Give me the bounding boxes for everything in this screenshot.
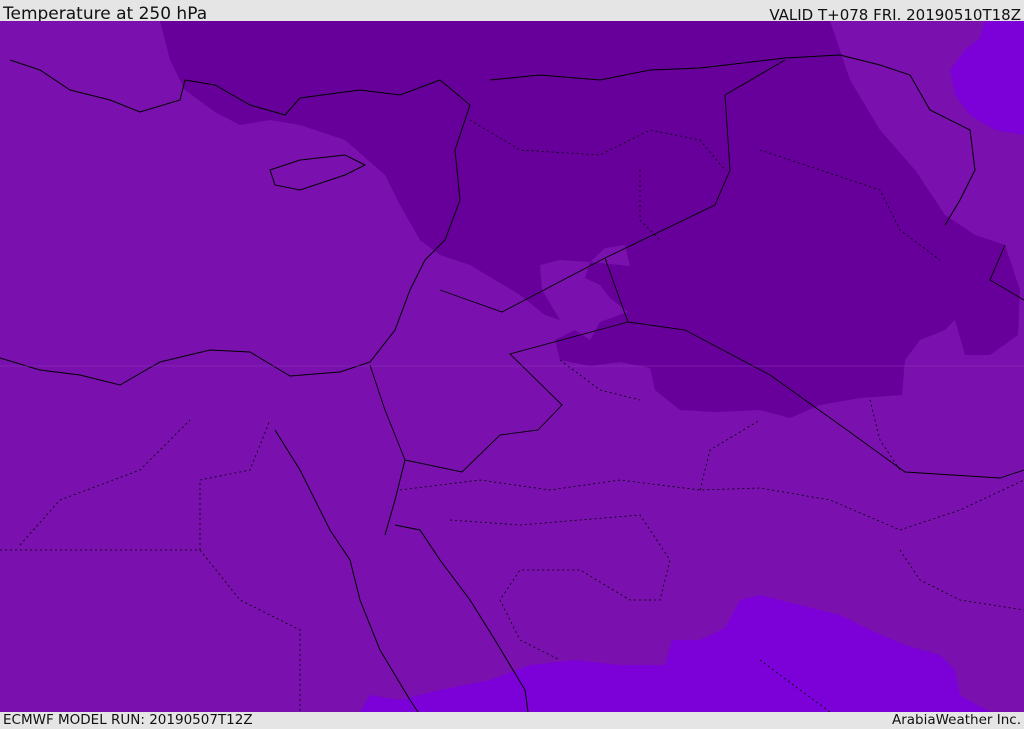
model-run-label: ECMWF MODEL RUN: 20190507T12Z [3, 712, 253, 728]
credit-label: ArabiaWeather Inc. [891, 712, 1021, 728]
temperature-map [0, 21, 1024, 712]
